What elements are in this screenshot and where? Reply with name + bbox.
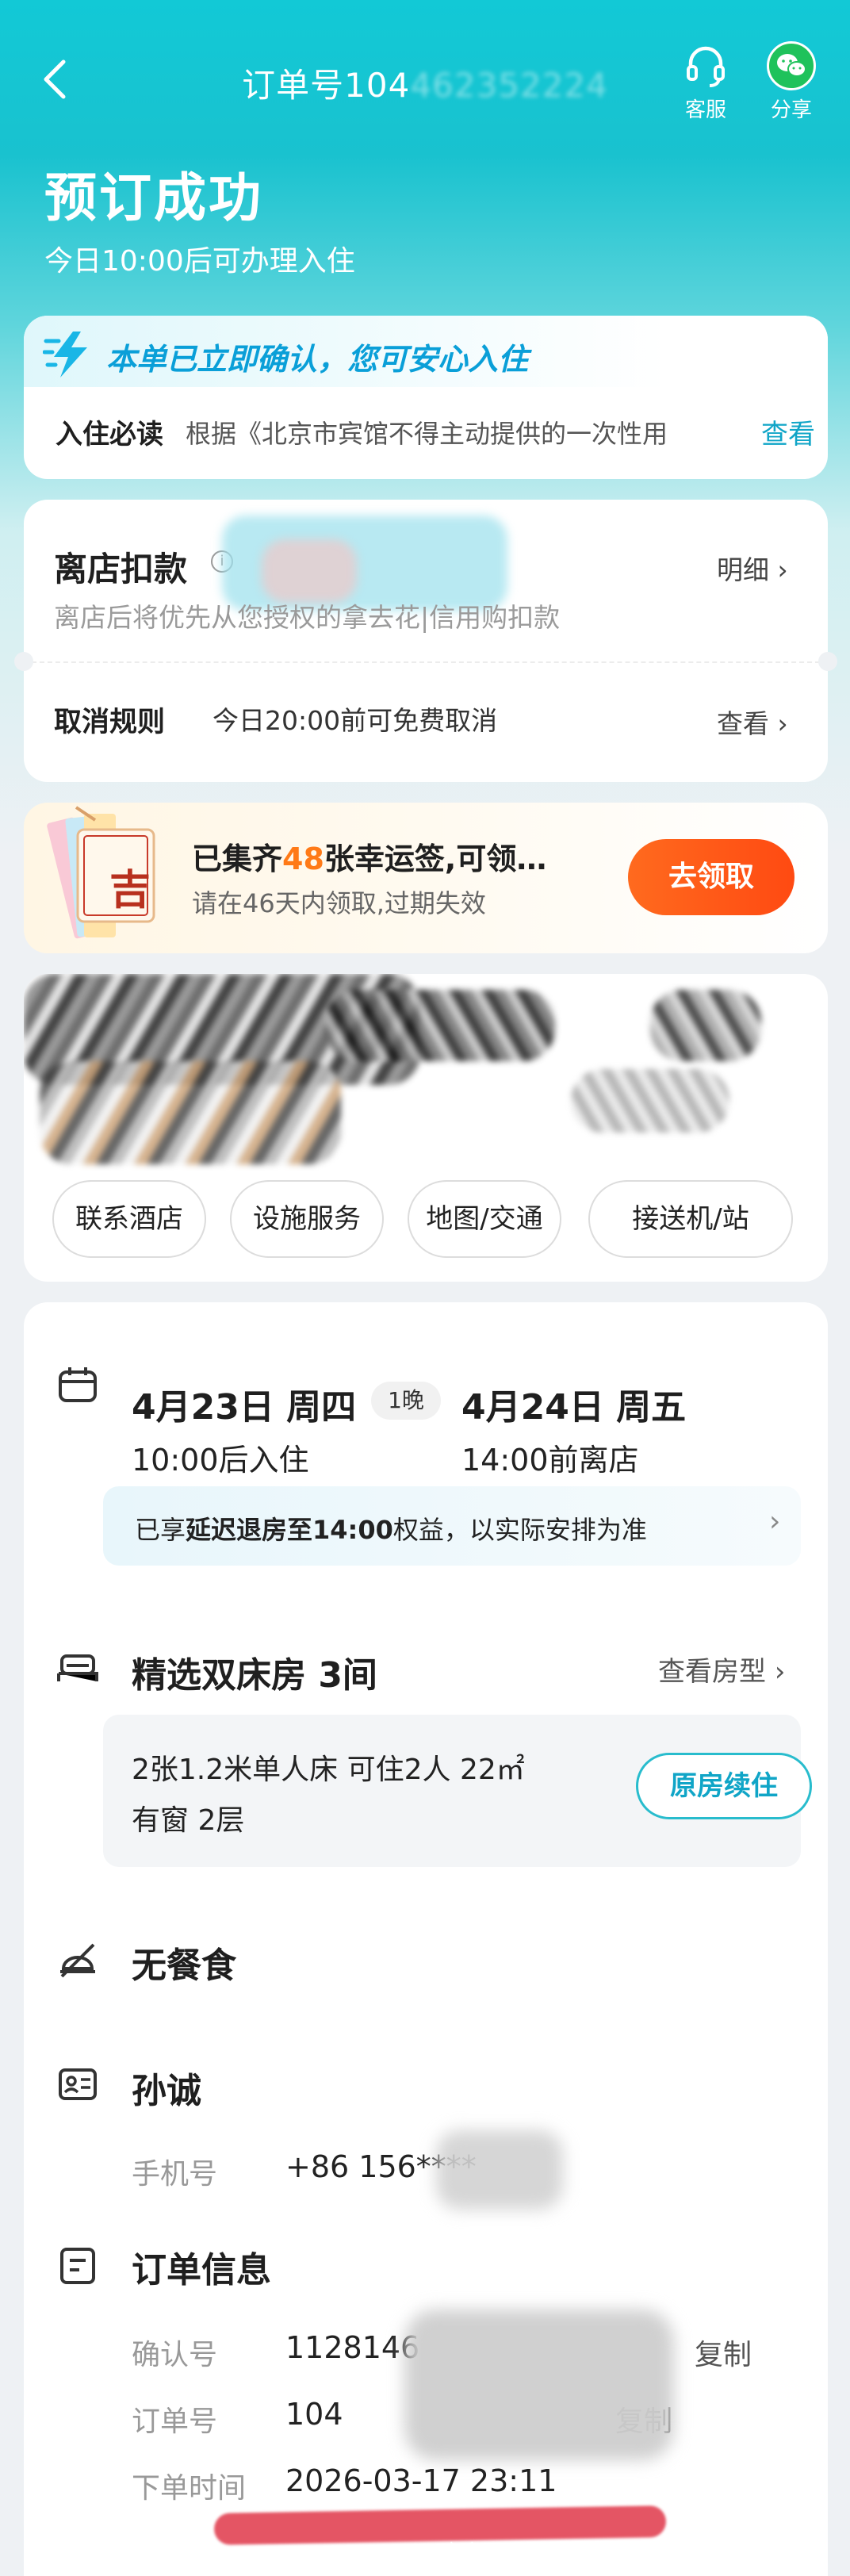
room-name: 精选双床房 3间 [132, 1655, 377, 1696]
watermark: @LAC-庆舍 [373, 2541, 482, 2565]
checkout-time: 14:00前离店 [461, 1443, 639, 1478]
claim-button[interactable]: 去领取 [628, 839, 794, 915]
order-number-blurred: 462352224 [410, 66, 608, 105]
card-notch [14, 652, 33, 671]
meal-info: 无餐食 [132, 1945, 236, 1986]
redaction-blur [436, 2130, 563, 2210]
customer-service-label: 客服 [684, 98, 726, 122]
id-card-icon [59, 2068, 97, 2100]
wechat-icon [767, 41, 816, 90]
checkin-notice-label: 入住必读 [56, 419, 163, 450]
confirm-banner: 本单已立即确认，您可安心入住 [24, 316, 828, 387]
lucky-sign-title: 已集齐48张幸运签,可领… [192, 841, 547, 876]
calendar-icon [59, 1367, 97, 1402]
chevron-right-icon: › [777, 554, 788, 585]
confirm-number-value: 1128146 [285, 2330, 420, 2365]
confirm-number-label: 确认号 [132, 2339, 218, 2371]
page-title: 预订成功 [44, 167, 263, 228]
room-spec-line-1: 2张1.2米单人床 可住2人 22㎡ [132, 1754, 525, 1786]
headset-icon [687, 46, 725, 87]
guest-name: 孙诚 [132, 2071, 201, 2111]
phone-label: 手机号 [132, 2158, 218, 2191]
map-traffic-button[interactable]: 地图/交通 [408, 1180, 561, 1258]
room-detail-box: 2张1.2米单人床 可住2人 22㎡ 有窗 2层 原房续住 [103, 1715, 812, 1867]
copy-confirm-button[interactable]: 复制 [695, 2332, 752, 2373]
redaction-scribble [325, 990, 555, 1061]
checkout-date: 4月24日 周五 [461, 1387, 687, 1428]
lucky-sign-card: 吉 已集齐48张幸运签,可领… 请在46天内领取,过期失效 去领取 [24, 803, 828, 953]
confirm-card: 本单已立即确认，您可安心入住 入住必读 根据《北京市宾馆不得主动提供的一次性用 … [24, 316, 828, 479]
order-number-label: 订单号 [132, 2405, 218, 2438]
checkin-date: 4月23日 周四 [132, 1387, 357, 1428]
transfer-button[interactable]: 接送机/站 [588, 1180, 793, 1258]
payment-title: 离店扣款 [54, 550, 188, 588]
lightning-icon [43, 332, 87, 378]
chevron-right-icon: › [777, 708, 788, 739]
cancel-rule-view-link[interactable]: 查看 › [717, 703, 788, 741]
confirm-headline: 本单已立即确认，您可安心入住 [106, 342, 529, 377]
card-notch [818, 652, 837, 671]
chevron-right-icon: › [769, 1505, 781, 1538]
order-number-value: 104 [285, 2397, 343, 2432]
cancel-rule-text: 今日20:00前可免费取消 [212, 705, 498, 736]
chevron-right-icon: › [774, 1656, 786, 1688]
order-time-value: 2026-03-17 23:11 [285, 2463, 557, 2498]
late-checkout-banner[interactable]: 已享延迟退房至14:00权益，以实际安排为准 › [103, 1486, 801, 1566]
lucky-sign-char: 吉 [109, 867, 151, 914]
share-label: 分享 [770, 98, 812, 122]
cancel-rule-title: 取消规则 [54, 707, 166, 738]
nights-badge: 1晚 [371, 1382, 441, 1420]
payment-detail-link[interactable]: 明细 › [717, 549, 788, 587]
hotel-info-card: 联系酒店 设施服务 地图/交通 接送机/站 [24, 974, 828, 1282]
checkin-notice-text: 根据《北京市宾馆不得主动提供的一次性用 [186, 419, 668, 449]
divider [24, 661, 828, 663]
no-meal-icon [60, 1943, 95, 1978]
room-spec-line-2: 有窗 2层 [132, 1804, 245, 1837]
bed-icon [57, 1654, 98, 1681]
lucky-sign-subtitle: 请在46天内领取,过期失效 [192, 888, 486, 918]
customer-service-button[interactable]: 客服 [670, 41, 741, 123]
facilities-button[interactable]: 设施服务 [230, 1180, 384, 1258]
renew-stay-button[interactable]: 原房续住 [636, 1753, 812, 1819]
document-icon [60, 2248, 95, 2284]
checkin-time: 10:00后入住 [132, 1443, 309, 1478]
checkin-hint: 今日10:00后可办理入住 [44, 245, 355, 278]
payment-card: 离店扣款 i 明细 › 离店后将优先从您授权的拿去花|信用购扣款 取消规则 今日… [14, 500, 837, 782]
redaction-smudge [262, 539, 357, 603]
order-time-label: 下单时间 [132, 2472, 247, 2505]
redaction-scribble [40, 1061, 341, 1164]
redaction-scribble [571, 1069, 729, 1133]
lucky-sign-count: 48 [282, 841, 324, 876]
late-checkout-text: 已享延迟退房至14:00权益，以实际安排为准 [135, 1515, 647, 1545]
redaction-scribble [650, 990, 761, 1061]
checkin-notice-view-link[interactable]: 查看 [761, 412, 815, 451]
share-button[interactable]: 分享 [756, 41, 827, 123]
order-info-title: 订单信息 [132, 2250, 271, 2290]
contact-hotel-button[interactable]: 联系酒店 [52, 1180, 206, 1258]
view-room-type-link[interactable]: 查看房型 › [658, 1650, 785, 1689]
order-detail-card: 4月23日 周四 1晚 4月24日 周五 10:00后入住 14:00前离店 已… [24, 1302, 828, 2576]
redaction-blur [404, 2310, 674, 2460]
payment-description: 离店后将优先从您授权的拿去花|信用购扣款 [54, 602, 561, 633]
lucky-sign-icon [47, 806, 155, 939]
